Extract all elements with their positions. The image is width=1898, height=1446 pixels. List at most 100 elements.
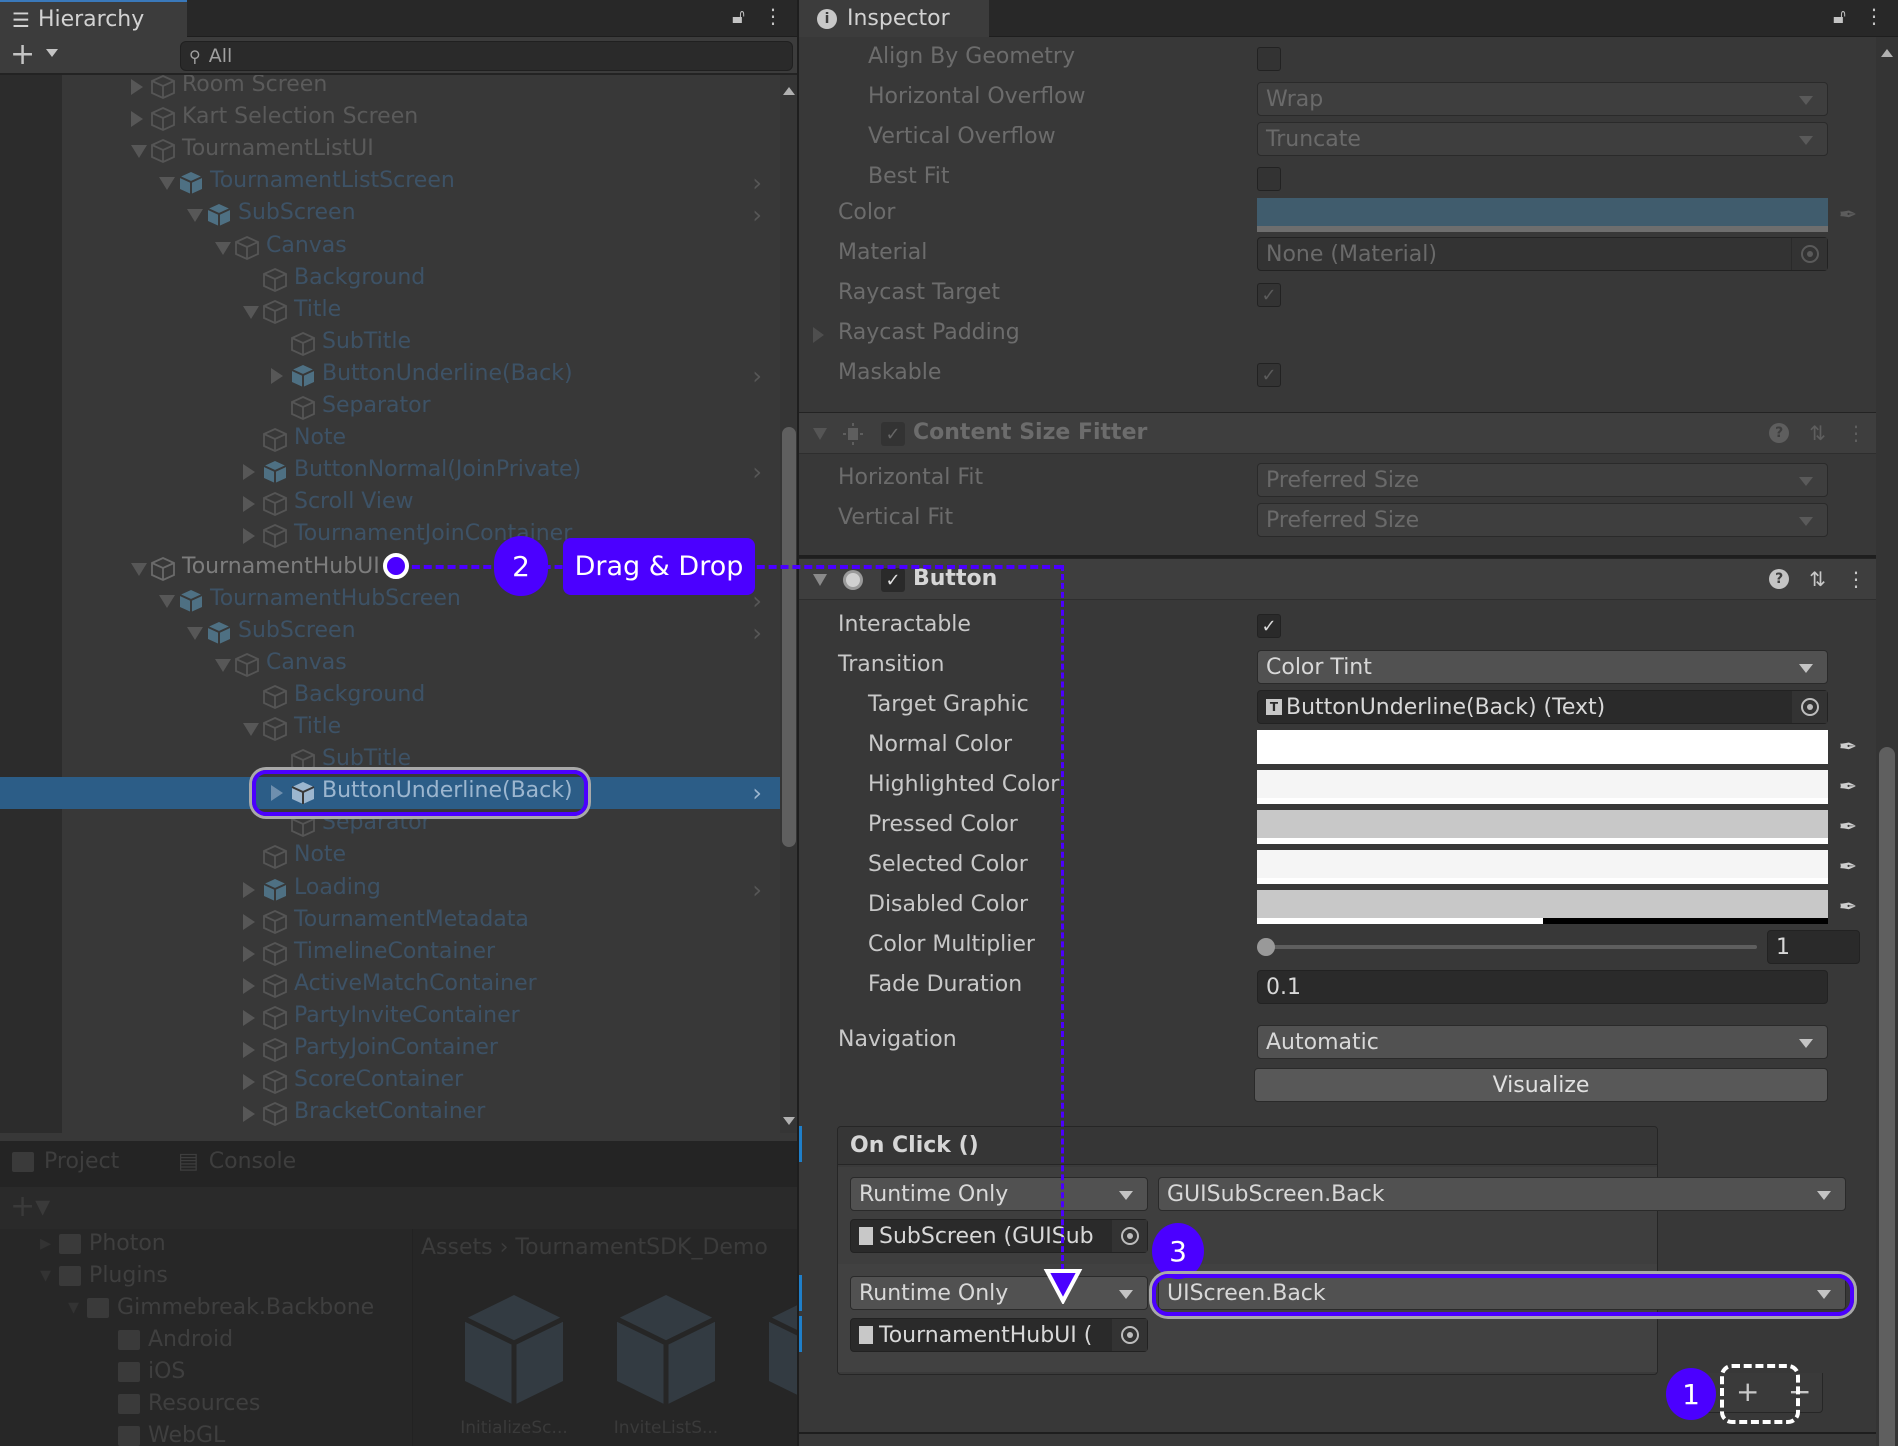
breadcrumb-assets[interactable]: Assets <box>421 1235 493 1260</box>
disabled-color-field[interactable]: ✒ <box>1257 890 1857 924</box>
runtime-mode-dropdown[interactable]: Runtime Only <box>850 1177 1148 1211</box>
hierarchy-scroll-thumb[interactable] <box>782 427 796 847</box>
best-fit-checkbox[interactable] <box>1257 167 1281 191</box>
object-picker-button[interactable] <box>1791 238 1827 270</box>
tab-console[interactable]: ▤ Console <box>178 1149 296 1174</box>
visualize-button[interactable]: Visualize <box>1254 1068 1828 1102</box>
hierarchy-item[interactable]: Loading › <box>62 874 780 906</box>
expand-arrow-right-icon[interactable] <box>243 978 255 994</box>
hierarchy-item[interactable]: Room Screen <box>62 75 780 103</box>
eyedropper-icon[interactable]: ✒ <box>1833 812 1863 842</box>
expand-arrow-right-icon[interactable] <box>131 111 143 127</box>
interactable-checkbox[interactable]: ✓ <box>1257 614 1281 638</box>
open-prefab-chevron-icon[interactable]: › <box>752 362 762 390</box>
highlighted-color-field[interactable]: ✒ <box>1257 770 1857 804</box>
lock-icon[interactable]: 🔓︎ <box>1833 4 1846 28</box>
hierarchy-item[interactable]: Title <box>62 713 780 745</box>
component-menu-icon[interactable]: ⋮ <box>1846 421 1866 445</box>
hierarchy-item[interactable]: SubTitle <box>62 328 780 360</box>
eyedropper-icon[interactable]: ✒ <box>1833 200 1863 230</box>
create-dropdown-caret-icon[interactable] <box>46 49 58 57</box>
color-swatch[interactable] <box>1257 730 1828 758</box>
vertical-fit-dropdown[interactable]: Preferred Size <box>1257 503 1828 537</box>
horizontal-overflow-dropdown[interactable]: Wrap <box>1257 82 1828 116</box>
hierarchy-item[interactable]: Background <box>62 681 780 713</box>
project-folder-item[interactable]: ▸ Photon <box>40 1231 166 1256</box>
expand-arrow-right-icon[interactable] <box>243 1042 255 1058</box>
hierarchy-item[interactable]: ButtonUnderline(Back) › <box>62 360 780 392</box>
event-target-object-field[interactable]: TournamentHubUI ( <box>850 1318 1148 1352</box>
component-menu-icon[interactable]: ⋮ <box>1846 567 1866 591</box>
open-prefab-chevron-icon[interactable]: › <box>752 458 762 486</box>
expand-arrow-right-icon[interactable] <box>243 1074 255 1090</box>
color-multiplier-input[interactable]: 1 <box>1767 930 1860 964</box>
hierarchy-item[interactable]: TournamentMetadata <box>62 906 780 938</box>
hierarchy-item[interactable]: TournamentListUI <box>62 135 780 167</box>
tab-inspector[interactable]: i Inspector <box>799 0 989 37</box>
open-prefab-chevron-icon[interactable]: › <box>752 619 762 647</box>
vertical-overflow-dropdown[interactable]: Truncate <box>1257 122 1828 156</box>
horizontal-fit-dropdown[interactable]: Preferred Size <box>1257 463 1828 497</box>
raycast-target-checkbox[interactable]: ✓ <box>1257 283 1281 307</box>
object-picker-button[interactable] <box>1111 1319 1147 1351</box>
color-swatch[interactable] <box>1257 198 1828 226</box>
expand-arrow-down-icon[interactable] <box>215 242 231 255</box>
expand-arrow-right-icon[interactable] <box>271 368 283 384</box>
scroll-up-icon[interactable] <box>1881 49 1893 57</box>
hierarchy-item[interactable]: Scroll View <box>62 488 780 520</box>
navigation-dropdown[interactable]: Automatic <box>1257 1025 1828 1059</box>
expand-arrow-down-icon[interactable]: ▾ <box>40 1263 51 1288</box>
hierarchy-item[interactable]: Note <box>62 424 780 456</box>
expand-arrow-right-icon[interactable] <box>243 882 255 898</box>
inspector-scrollbar[interactable] <box>1876 37 1898 1446</box>
runtime-mode-dropdown[interactable]: Runtime Only <box>850 1276 1148 1310</box>
foldout-arrow-icon[interactable] <box>813 574 827 586</box>
expand-arrow-right-icon[interactable] <box>131 79 143 95</box>
eyedropper-icon[interactable]: ✒ <box>1833 772 1863 802</box>
expand-arrow-right-icon[interactable] <box>243 946 255 962</box>
object-picker-button[interactable] <box>1111 1220 1147 1252</box>
color-swatch[interactable] <box>1257 850 1828 878</box>
expand-arrow-down-icon[interactable] <box>243 723 259 736</box>
hierarchy-item[interactable]: Separator <box>62 392 780 424</box>
normal-color-field[interactable]: ✒ <box>1257 730 1857 764</box>
color-swatch[interactable] <box>1257 810 1828 838</box>
hierarchy-item[interactable]: TimelineContainer <box>62 938 780 970</box>
project-folder-item[interactable]: ▾ Gimmebreak.Backbone <box>68 1295 374 1320</box>
maskable-checkbox[interactable]: ✓ <box>1257 363 1281 387</box>
transition-dropdown[interactable]: Color Tint <box>1257 650 1828 684</box>
hierarchy-item[interactable]: Kart Selection Screen <box>62 103 780 135</box>
project-folder-item[interactable]: Android <box>96 1327 233 1352</box>
hierarchy-item[interactable]: Background <box>62 264 780 296</box>
expand-arrow-down-icon[interactable] <box>159 177 175 190</box>
project-folder-item[interactable]: ▾ Plugins <box>40 1263 168 1288</box>
presets-icon[interactable]: ⇅ <box>1809 567 1826 591</box>
hierarchy-item[interactable]: Canvas <box>62 232 780 264</box>
hierarchy-item[interactable]: ScoreContainer <box>62 1066 780 1098</box>
color-multiplier-slider[interactable] <box>1257 945 1757 949</box>
tab-project[interactable]: Project <box>12 1149 119 1174</box>
selected-color-field[interactable]: ✒ <box>1257 850 1857 884</box>
target-graphic-field[interactable]: T ButtonUnderline(Back) (Text) <box>1257 690 1828 724</box>
open-prefab-chevron-icon[interactable]: › <box>752 876 762 904</box>
expand-arrow-right-icon[interactable] <box>243 1010 255 1026</box>
hierarchy-item[interactable]: ButtonNormal(JoinPrivate) › <box>62 456 780 488</box>
create-plus-button[interactable]: + <box>10 39 35 71</box>
foldout-arrow-icon[interactable] <box>813 428 827 440</box>
help-icon[interactable]: ? <box>1769 569 1790 589</box>
color-multiplier-slider-knob[interactable] <box>1257 938 1275 956</box>
project-folder-item[interactable]: Resources <box>96 1391 260 1416</box>
hierarchy-item[interactable]: TournamentListScreen › <box>62 167 780 199</box>
hierarchy-search-input[interactable]: ⚲ All <box>180 41 793 71</box>
hierarchy-item[interactable]: PartyJoinContainer <box>62 1034 780 1066</box>
open-prefab-chevron-icon[interactable]: › <box>752 587 762 615</box>
scroll-up-icon[interactable] <box>783 87 795 95</box>
object-picker-button[interactable] <box>1791 691 1827 723</box>
material-object-field[interactable]: None (Material) <box>1257 237 1828 271</box>
tab-hierarchy[interactable]: ☰ Hierarchy <box>0 0 187 37</box>
expand-arrow-right-icon[interactable] <box>243 1106 255 1122</box>
hierarchy-item[interactable]: Note <box>62 841 780 873</box>
project-asset-item[interactable]: InviteListS... <box>601 1291 731 1438</box>
expand-arrow-down-icon[interactable]: ▾ <box>68 1295 79 1320</box>
foldout-arrow-icon[interactable] <box>813 327 824 343</box>
